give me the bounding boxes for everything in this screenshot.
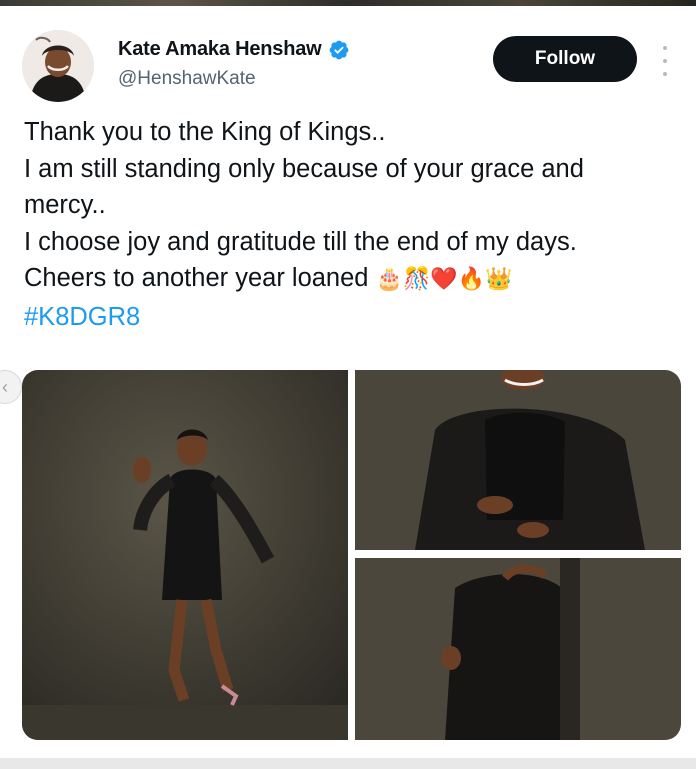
photo-full-length-pose[interactable] — [22, 370, 348, 740]
author-name[interactable]: Kate Amaka Henshaw — [118, 38, 322, 61]
tweet-emojis: 🎂🎊❤️🔥👑 — [375, 267, 513, 292]
tweet-line-with-emojis: Cheers to another year loaned 🎂🎊❤️🔥👑 — [24, 260, 674, 299]
tweet-text: Thank you to the King of Kings.. I am st… — [24, 114, 674, 335]
bottom-divider — [0, 758, 696, 769]
hashtag-link[interactable]: #K8DGR8 — [24, 299, 674, 336]
tweet-line: Thank you to the King of Kings.. — [24, 118, 386, 146]
author-name-row: Kate Amaka Henshaw — [118, 38, 350, 61]
tweet-line: I am still standing only because of your… — [24, 154, 584, 183]
more-options-icon[interactable] — [654, 46, 676, 76]
follow-button[interactable]: Follow — [493, 36, 637, 82]
tweet-line: mercy.. — [24, 191, 106, 219]
chevron-left-icon[interactable]: ‹ — [0, 370, 22, 404]
verified-badge-icon — [329, 40, 348, 59]
tweet-card: Kate Amaka Henshaw @HenshawKate Follow T… — [0, 6, 696, 769]
photo-side-view[interactable] — [355, 558, 681, 740]
tweet-line: Cheers to another year loaned — [24, 264, 369, 292]
photo-upper-body[interactable] — [355, 370, 681, 550]
tweet-line: I choose joy and gratitude till the end … — [24, 227, 577, 256]
avatar[interactable] — [22, 30, 94, 102]
author-handle[interactable]: @HenshawKate — [118, 68, 256, 90]
